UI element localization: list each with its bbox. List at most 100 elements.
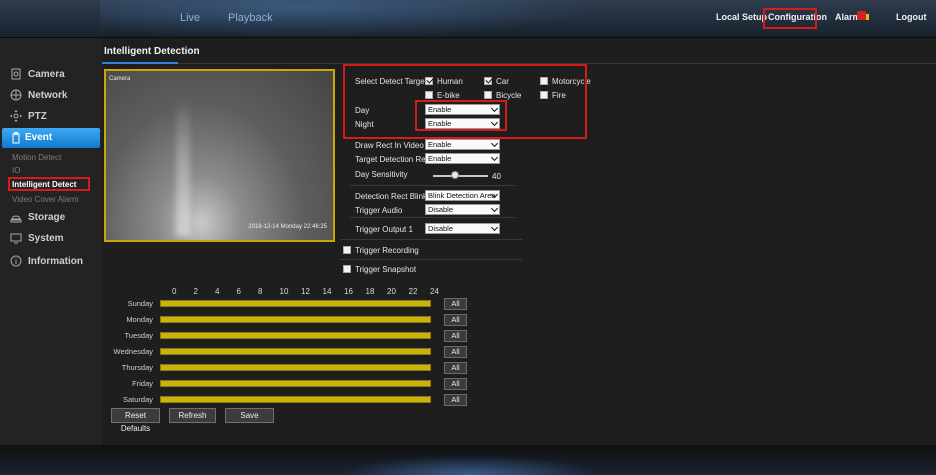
trigger-recording-label: Trigger Recording (355, 246, 419, 255)
detection-blink-value: Blink Detection Area (428, 191, 496, 200)
trigger-audio-label: Trigger Audio (355, 206, 403, 215)
day-sensitivity-slider-handle[interactable] (451, 171, 459, 179)
schedule-day-bar[interactable] (160, 316, 431, 323)
ptz-icon (10, 110, 22, 122)
title-underline (102, 62, 178, 64)
schedule-hour-label: 4 (215, 287, 220, 296)
day-sensitivity-slider[interactable] (433, 175, 488, 177)
topbar-glow (100, 0, 600, 38)
refresh-button[interactable]: Refresh (169, 408, 216, 423)
camera-icon (11, 68, 21, 80)
detection-blink-label: Detection Rect Blink (355, 192, 428, 201)
video-camera-label: Camera (109, 76, 131, 82)
schedule-day-bar[interactable] (160, 300, 431, 307)
configuration-highlight-box (763, 8, 817, 29)
schedule-all-button[interactable]: All (444, 378, 467, 390)
chevron-down-icon (490, 223, 499, 232)
nav-playback[interactable]: Playback (228, 12, 273, 24)
sidebar-item-label: Event (25, 132, 53, 143)
video-preview[interactable]: Camera 2018-12-14 Monday 22:46:25 (104, 69, 335, 242)
schedule-hour-label: 24 (430, 287, 439, 296)
target-rect-value: Enable (428, 154, 452, 163)
trigger-output-select[interactable]: Disable (425, 223, 500, 234)
schedule-all-button[interactable]: All (444, 362, 467, 374)
video-timestamp: 2018-12-14 Monday 22:46:25 (248, 224, 327, 230)
sidebar-item-camera[interactable]: Camera (10, 68, 65, 80)
day-sensitivity-value: 40 (492, 172, 501, 181)
schedule-day-bar[interactable] (160, 364, 431, 371)
trigger-snapshot-checkbox[interactable] (343, 265, 351, 273)
sidebar-item-label: System (28, 232, 64, 244)
schedule-hour-label: 16 (344, 287, 353, 296)
draw-rect-value: Enable (428, 140, 452, 149)
trigger-output-label: Trigger Output 1 (355, 225, 413, 234)
chevron-down-icon (490, 204, 499, 213)
schedule-day-bar[interactable] (160, 396, 431, 403)
draw-rect-label: Draw Rect In Video (355, 141, 424, 150)
chevron-down-icon (490, 139, 499, 148)
sidebar-item-network[interactable]: Network (10, 89, 67, 101)
save-button[interactable]: Save (225, 408, 274, 423)
schedule-day-bar[interactable] (160, 332, 431, 339)
intelligent-detect-highlight-box (8, 177, 90, 191)
schedule-day-label: Monday (126, 315, 153, 324)
target-rect-select[interactable]: Enable (425, 153, 500, 164)
schedule-all-button[interactable]: All (444, 330, 467, 342)
schedule-hour-label: 14 (322, 287, 332, 296)
draw-rect-select[interactable]: Enable (425, 139, 500, 150)
trigger-output-value: Disable (428, 224, 454, 233)
sidebar-subitem-motion-detect[interactable]: Motion Detect (12, 153, 61, 162)
schedule-all-button[interactable]: All (444, 298, 467, 310)
sidebar-item-event[interactable]: Event (2, 128, 100, 148)
nav-local-setup[interactable]: Local Setup (716, 12, 767, 22)
schedule-hour-label: 12 (301, 287, 310, 296)
schedule-day-label: Friday (132, 379, 153, 388)
trigger-recording-checkbox[interactable] (343, 246, 351, 254)
sidebar-item-system[interactable]: System (10, 232, 64, 244)
schedule-day-bar[interactable] (160, 348, 431, 355)
schedule-day-label: Thursday (121, 363, 153, 372)
video-light-streak (176, 96, 190, 236)
target-rect-label: Target Detection Rect (355, 155, 432, 164)
settings-divider (340, 239, 522, 240)
schedule-hour-label: 8 (258, 287, 263, 296)
schedule-day-label: Sunday (127, 299, 153, 308)
network-icon (10, 89, 22, 101)
sidebar-subitem-video-cover-alarm[interactable]: Video Cover Alarm (12, 195, 79, 204)
trigger-audio-value: Disable (428, 205, 454, 214)
reset-defaults-button[interactable]: Reset Defaults (111, 408, 160, 433)
day-night-highlight-box (415, 100, 507, 131)
schedule-all-button[interactable]: All (444, 394, 467, 406)
sidebar-item-label: PTZ (28, 110, 47, 122)
schedule-day-label: Tuesday (124, 331, 154, 340)
alarm-icon[interactable] (857, 11, 869, 20)
schedule-day-bar[interactable] (160, 380, 431, 387)
day-sensitivity-label: Day Sensitivity (355, 170, 408, 179)
nav-logout[interactable]: Logout (896, 12, 927, 22)
sidebar-subitem-io[interactable]: IO (12, 166, 20, 175)
nav-live[interactable]: Live (180, 12, 200, 24)
sidebar-item-information[interactable]: Information (10, 255, 83, 267)
schedule-hour-label: 0 (172, 287, 177, 296)
sidebar-item-storage[interactable]: Storage (10, 211, 65, 223)
system-icon (10, 233, 22, 244)
schedule-hour-label: 18 (365, 287, 375, 296)
storage-icon (10, 215, 22, 223)
sidebar-item-label: Network (28, 89, 68, 101)
settings-divider (350, 217, 515, 218)
trigger-audio-select[interactable]: Disable (425, 204, 500, 215)
settings-divider (340, 259, 522, 260)
sidebar-item-label: Information (28, 255, 83, 267)
schedule-hour-label: 22 (408, 287, 418, 296)
schedule-all-button[interactable]: All (444, 314, 467, 326)
schedule-day-label: Saturday (122, 395, 153, 404)
settings-divider (350, 185, 515, 186)
detection-blink-select[interactable]: Blink Detection Area (425, 190, 500, 201)
footer-glow (340, 455, 600, 475)
sidebar-item-label: Storage (28, 211, 66, 223)
schedule-hour-label: 20 (387, 287, 396, 296)
sidebar-item-ptz[interactable]: PTZ (10, 110, 47, 122)
schedule-all-button[interactable]: All (444, 346, 467, 358)
schedule-hour-label: 2 (193, 287, 198, 296)
schedule-hour-label: 10 (279, 287, 289, 296)
